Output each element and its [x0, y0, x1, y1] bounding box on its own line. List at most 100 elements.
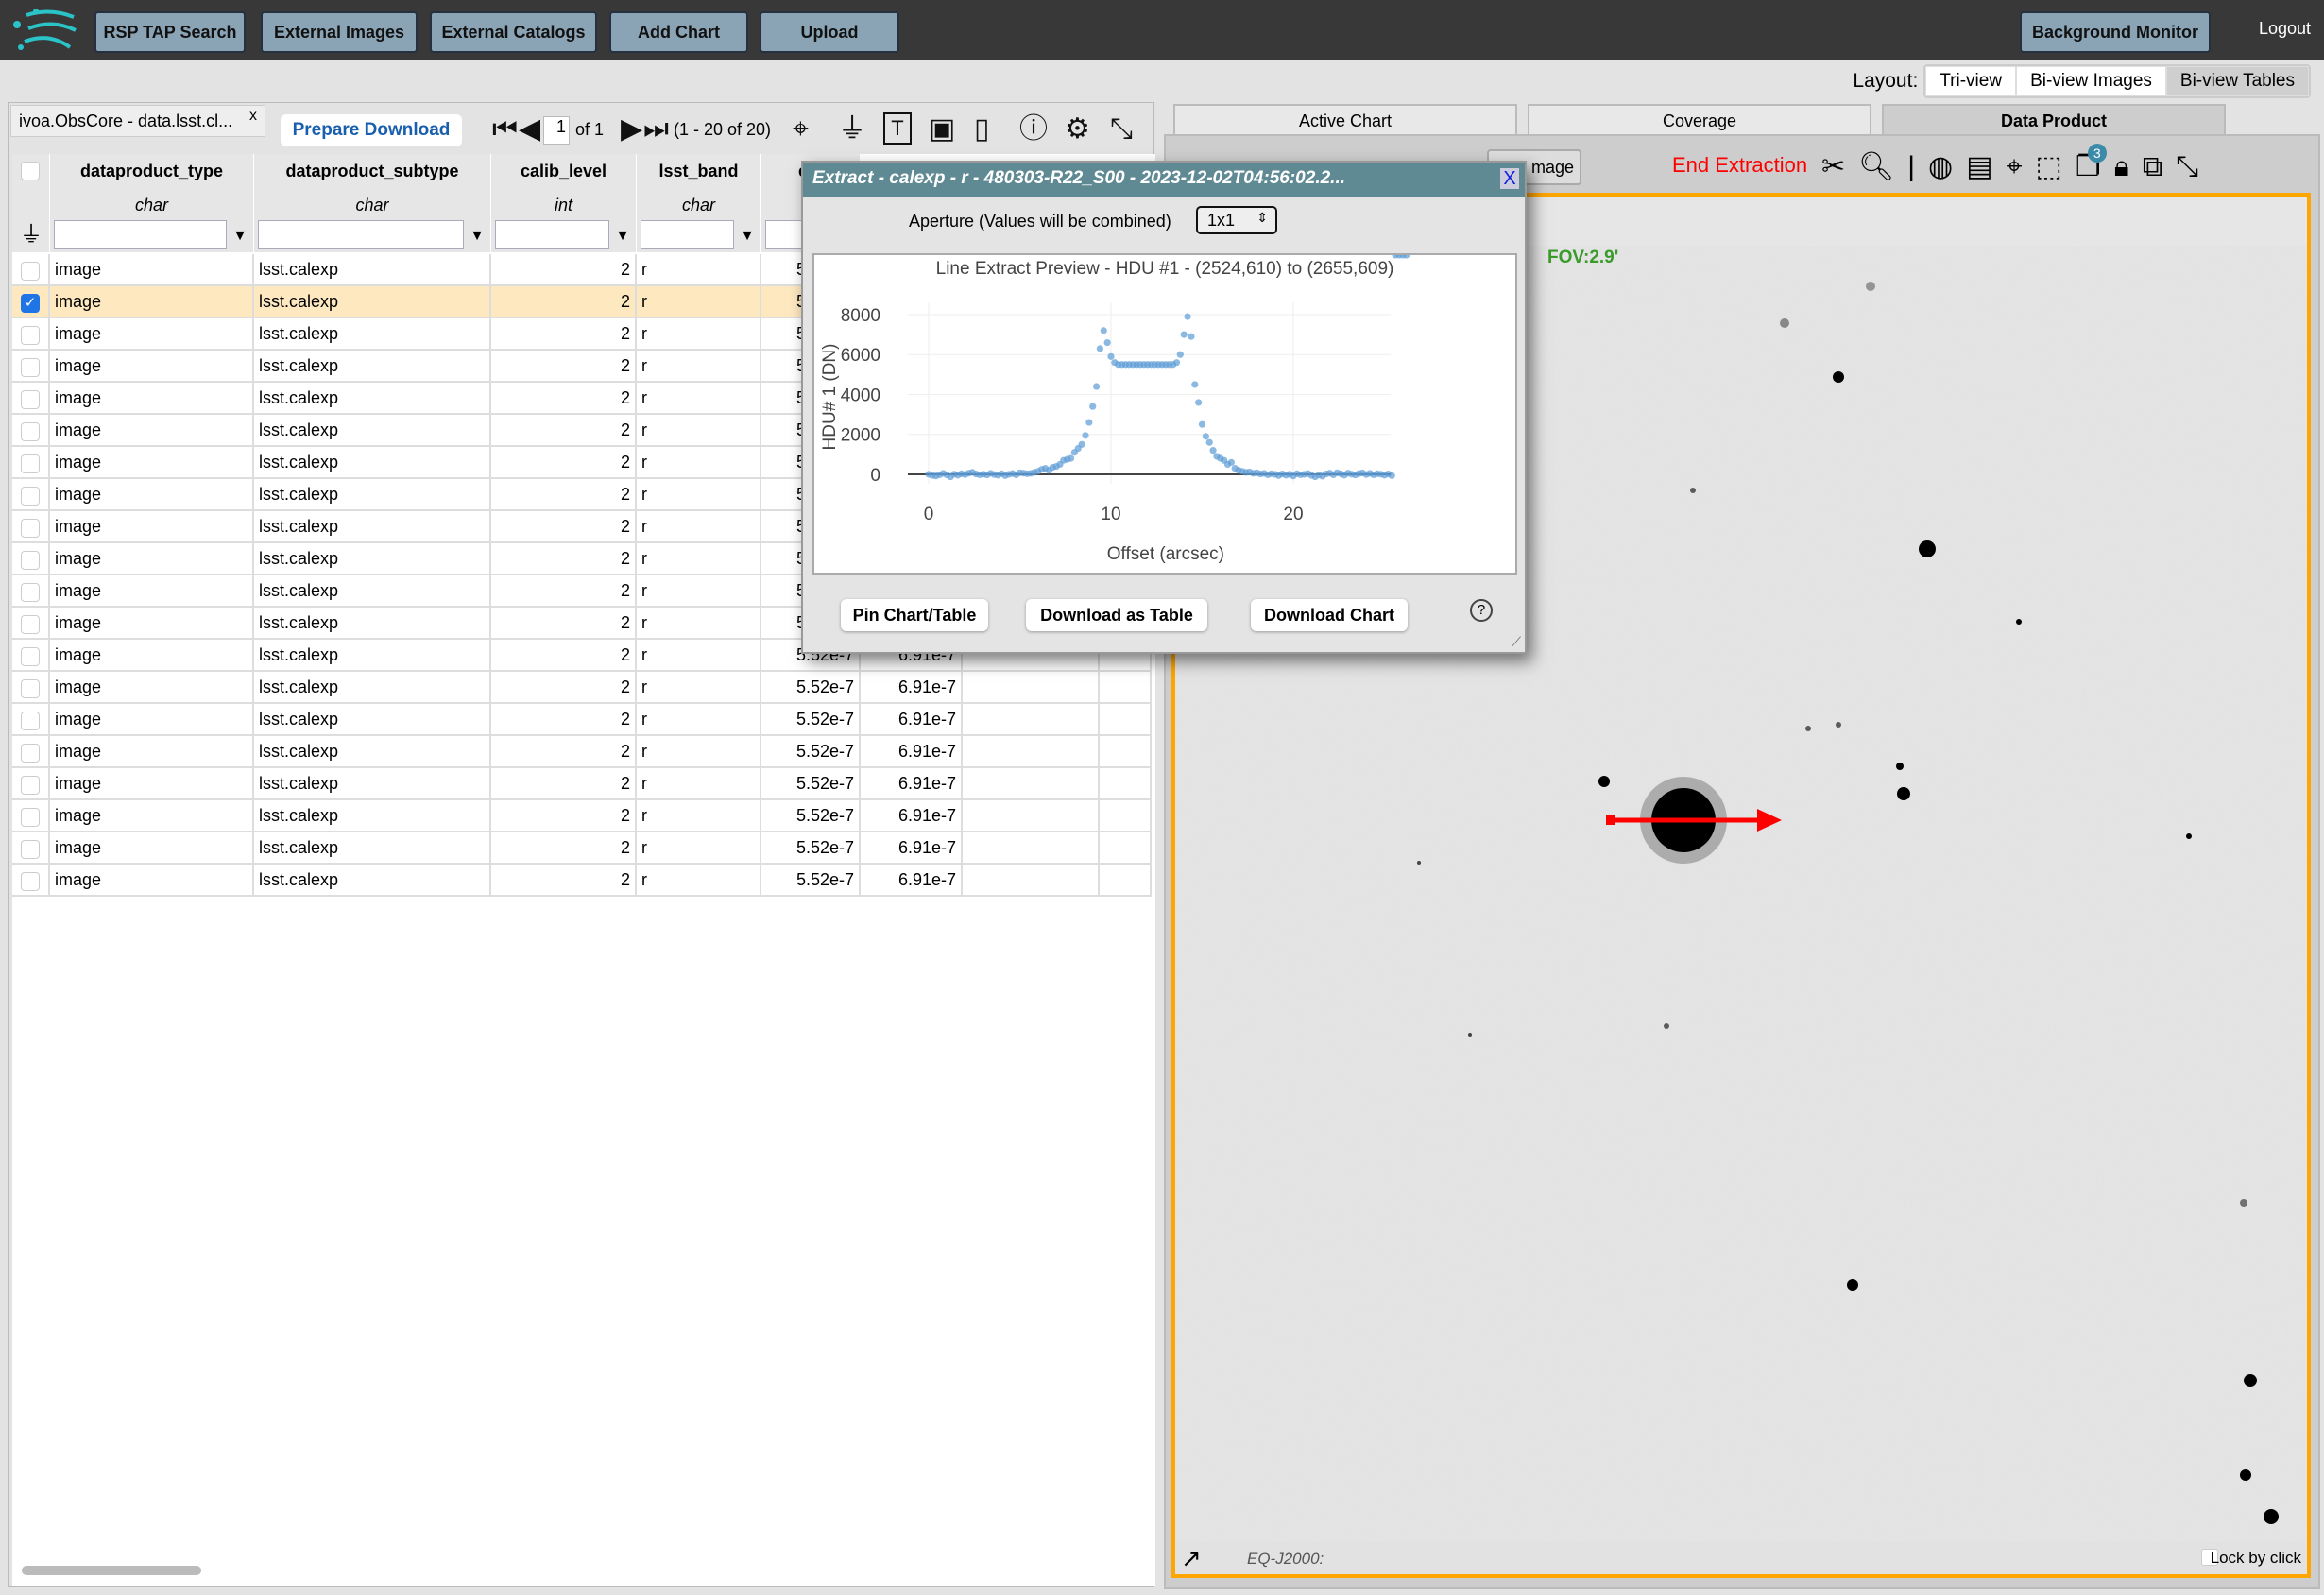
download-as-table-button[interactable]: Download as Table — [1026, 599, 1207, 631]
data-point — [1078, 440, 1085, 448]
add-column-icon[interactable]: ▯ — [974, 112, 990, 146]
dialog-title[interactable]: Extract - calexp - r - 480303-R22_S00 - … — [803, 163, 1525, 197]
filter-dropdown-icon[interactable]: ▼ — [232, 228, 248, 245]
resize-handle-icon[interactable]: ⟋ — [1512, 634, 1521, 650]
logout-link[interactable]: Logout — [2259, 19, 2311, 39]
text-view-icon[interactable]: T — [883, 112, 912, 145]
cell-b: r — [637, 800, 761, 832]
cell-c: 2 — [491, 736, 637, 768]
column-header-lsst_band[interactable]: lsst_band char ▼ — [637, 154, 761, 252]
cell-c: 2 — [491, 479, 637, 511]
layout-selector: Layout: Tri-view Bi-view Images Bi-view … — [1853, 64, 2311, 98]
download-chart-button[interactable]: Download Chart — [1251, 599, 1408, 631]
cell-s: lsst.calexp — [254, 383, 491, 415]
tools-icon[interactable]: ✂ — [1821, 149, 1845, 185]
external-catalogs-button[interactable]: External Catalogs — [430, 11, 597, 53]
horizontal-scrollbar[interactable] — [22, 1566, 201, 1575]
zoom-icon[interactable]: 🔍︎ — [1858, 149, 1894, 185]
filter-dropdown-icon[interactable]: ▼ — [615, 228, 630, 245]
chart-svg: Line Extract Preview - HDU #1 - (2524,61… — [820, 251, 1410, 564]
expand-icon[interactable]: ⤡ — [1110, 112, 1133, 146]
page-number-input[interactable]: 1 — [543, 116, 570, 145]
cell-emax: 6.91e-7 — [861, 736, 963, 768]
column-filter-input[interactable] — [495, 220, 609, 249]
column-name[interactable]: lsst_band — [637, 162, 760, 184]
prev-page-icon[interactable]: ◀ — [519, 112, 540, 146]
cell-c: 2 — [491, 318, 637, 351]
column-header-calib_level[interactable]: calib_level int ▼ — [491, 154, 637, 252]
cell-emin: 5.52e-7 — [761, 704, 861, 736]
stretch-histogram-icon[interactable]: ▤ — [1966, 149, 1992, 185]
filter-icon[interactable]: ⏚ — [838, 112, 866, 146]
cell-b: r — [637, 768, 761, 800]
table-row[interactable]: imagelsst.calexp2r5.52e-76.91e-7 — [12, 800, 1152, 832]
external-images-button[interactable]: External Images — [261, 11, 418, 53]
crosshair-icon[interactable]: ⌖ — [2007, 149, 2023, 185]
cell-x1 — [963, 865, 1100, 897]
fov-label: FOV:2.9' — [1547, 248, 1619, 267]
background-monitor-button[interactable]: Background Monitor — [2020, 11, 2211, 53]
end-extraction-link[interactable]: End Extraction — [1672, 153, 1807, 178]
tab-obscore-table[interactable]: ivoa.ObsCore - data.lsst.cl... x — [10, 105, 265, 137]
table-row[interactable]: imagelsst.calexp2r5.52e-76.91e-7 — [12, 832, 1152, 865]
tab-coverage[interactable]: Coverage — [1528, 104, 1871, 138]
column-name[interactable]: dataproduct_type — [50, 162, 253, 184]
color-palette-icon[interactable]: ◍ — [1928, 149, 1953, 185]
binoculars-icon[interactable]: ⌖ — [793, 112, 809, 146]
layers-count-badge: 3 — [2087, 144, 2107, 163]
column-name[interactable]: calib_level — [491, 162, 636, 184]
table-row[interactable]: imagelsst.calexp2r5.52e-76.91e-7 — [12, 768, 1152, 800]
column-header-dataproduct_type[interactable]: dataproduct_type char ▼ — [50, 154, 254, 252]
layers-icon[interactable]: ❐ 3 — [2076, 144, 2107, 185]
y-tick-label: 8000 — [841, 306, 880, 326]
prepare-download-button[interactable]: Prepare Download — [281, 114, 462, 146]
data-point — [1227, 458, 1235, 466]
select-arrows-icon: ⇕ — [1256, 210, 1268, 225]
save-icon[interactable]: ▣ — [929, 112, 955, 146]
settings-icon[interactable]: ⚙ — [1065, 112, 1090, 146]
table-row[interactable]: imagelsst.calexp2r5.52e-76.91e-7 — [12, 865, 1152, 897]
tab-active-chart[interactable]: Active Chart — [1173, 104, 1517, 138]
column-filter-input[interactable] — [641, 220, 734, 249]
close-dialog-button[interactable]: X — [1500, 168, 1519, 189]
select-all-checkbox[interactable] — [21, 162, 40, 180]
star — [1847, 1279, 1858, 1291]
cell-s: lsst.calexp — [254, 447, 491, 479]
pin-chart-table-button[interactable]: Pin Chart/Table — [841, 599, 988, 631]
column-name[interactable]: dataproduct_subtype — [254, 162, 490, 184]
filter-icon[interactable]: ⏚ — [20, 215, 43, 249]
lock-image-icon[interactable]: ⧉ — [2143, 149, 2162, 185]
last-page-icon[interactable]: ⏭ — [643, 112, 669, 146]
select-region-icon[interactable]: ⬚ — [2035, 149, 2061, 185]
aperture-select[interactable]: 1x1 ⇕ — [1196, 206, 1277, 234]
filter-dropdown-icon[interactable]: ▼ — [740, 228, 755, 245]
aperture-value: 1x1 — [1207, 211, 1236, 230]
upload-button[interactable]: Upload — [760, 11, 899, 53]
layout-tri-view[interactable]: Tri-view — [1925, 66, 2017, 96]
rsp-tap-search-button[interactable]: RSP TAP Search — [94, 11, 246, 53]
column-header-dataproduct_subtype[interactable]: dataproduct_subtype char ▼ — [254, 154, 491, 252]
next-page-icon[interactable]: ▶ — [621, 112, 642, 146]
first-page-icon[interactable]: ⏮ — [492, 112, 518, 146]
popout-icon[interactable]: ↗ — [1181, 1544, 1202, 1573]
expand-icon[interactable]: ⤡ — [2176, 149, 2198, 185]
tab-data-product[interactable]: Data Product — [1882, 104, 2226, 138]
add-chart-button[interactable]: Add Chart — [609, 11, 748, 53]
lock-overlay-icon[interactable]: 🔒︎ — [2114, 149, 2129, 185]
cell-c: 2 — [491, 543, 637, 575]
close-tab-icon[interactable]: x — [249, 108, 257, 125]
table-row[interactable]: imagelsst.calexp2r5.52e-76.91e-7 — [12, 704, 1152, 736]
info-icon[interactable]: ⓘ — [1019, 112, 1048, 146]
layout-bi-view-tables[interactable]: Bi-view Tables — [2165, 66, 2309, 96]
table-row[interactable]: imagelsst.calexp2r5.52e-76.91e-7 — [12, 736, 1152, 768]
help-icon[interactable]: ? — [1470, 599, 1493, 622]
cell-s: lsst.calexp — [254, 704, 491, 736]
cell-b: r — [637, 832, 761, 865]
table-row[interactable]: imagelsst.calexp2r5.52e-76.91e-7 — [12, 672, 1152, 704]
filter-dropdown-icon[interactable]: ▼ — [470, 228, 485, 245]
layout-bi-view-images[interactable]: Bi-view Images — [2016, 66, 2166, 96]
cell-emin: 5.52e-7 — [761, 768, 861, 800]
column-filter-input[interactable] — [54, 220, 227, 249]
column-filter-input[interactable] — [258, 220, 464, 249]
line-extract-chart: Line Extract Preview - HDU #1 - (2524,61… — [812, 251, 1517, 575]
